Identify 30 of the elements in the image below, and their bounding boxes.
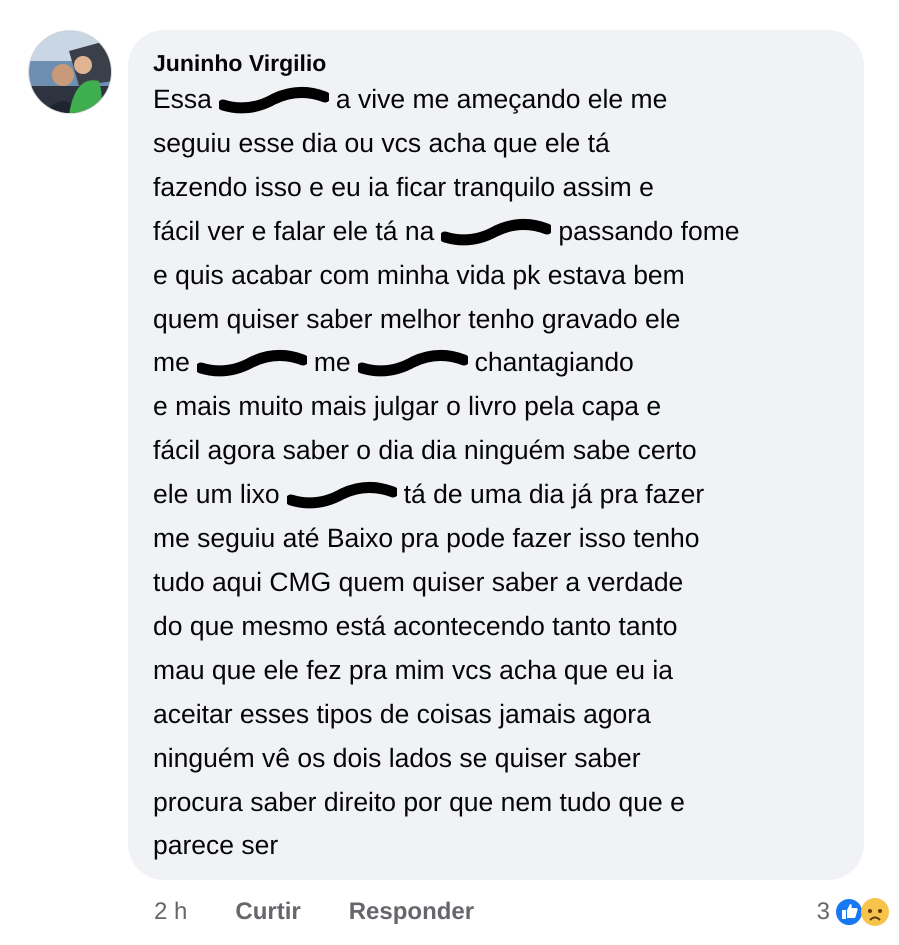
comment-text: me seguiu até Baixo pra pode fazer isso tenho [153,522,700,556]
comment-text: ninguém vê os dois lados se quiser saber [153,742,641,775]
comment-text: tá de uma dia já pra fazer [404,478,704,512]
comment-text: seguiu esse dia ou vcs acha que ele tá [153,126,610,160]
comment-text: e mais muito mais julgar o livro pela capa e [153,390,662,424]
author-name[interactable]: Juninho Virgilio [153,48,844,78]
comment-text: fácil ver e falar ele tá na [153,214,434,248]
comment-time: 2 h [154,897,188,928]
sad-face-icon [860,897,890,928]
comment-text: ele um lixo [153,478,280,512]
comment-text: parece ser [153,829,278,862]
action-link[interactable]: Responder [348,894,474,930]
comment-text: aceitar esses tipos de coisas jamais agora [153,698,651,731]
comment-text: procura saber direito por que nem tudo que e [153,786,685,818]
comment-text: do que mesmo está acontecendo tanto tanto [153,610,678,643]
comment-text: Essa [153,83,212,116]
comment-text: a vive me ameçando ele me [336,83,668,116]
action-link[interactable]: Curtir [235,894,301,930]
comment-text: e quis acabar com minha vida pk estava bem [153,258,685,292]
comment-text: me [314,346,351,380]
comment-text: tudo aqui CMG quem quiser saber a verdade [153,566,684,599]
comment-text: mau que ele fez pra mim vcs acha que eu ia [153,654,673,687]
comment-text: me [153,346,190,380]
reaction-count: 3 [816,897,830,928]
comment-text: chantagiando [474,346,634,380]
comment-text: fácil agora saber o dia dia ninguém sabe certo [153,434,697,468]
comment-text: fazendo isso e eu ia ficar tranquilo assim e [153,170,654,204]
comment-text: quem quiser saber melhor tenho gravado ele [153,302,680,336]
comment-text: passando fome [558,214,740,248]
thumbs-up-icon [834,897,864,928]
